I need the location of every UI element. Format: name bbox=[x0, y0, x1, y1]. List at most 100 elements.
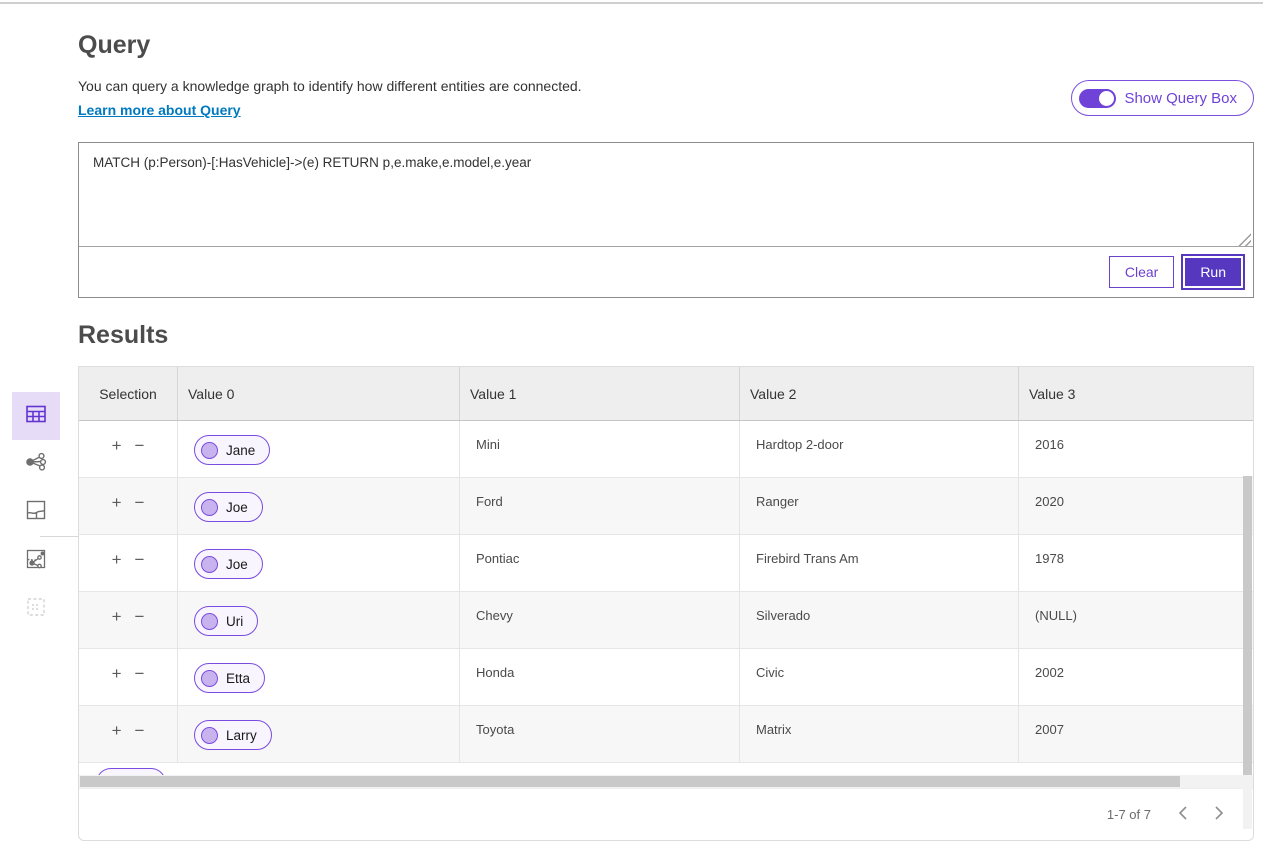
year-value: (NULL) bbox=[1035, 606, 1077, 623]
remove-from-selection-button[interactable]: − bbox=[135, 608, 145, 625]
value1-cell: Honda bbox=[460, 649, 740, 705]
remove-from-selection-button[interactable]: − bbox=[135, 665, 145, 682]
previous-page-button[interactable] bbox=[1175, 804, 1191, 825]
selection-cell: + − bbox=[79, 706, 178, 762]
add-to-selection-button[interactable]: + bbox=[112, 437, 122, 454]
entity-chip-label: Larry bbox=[226, 728, 257, 743]
value1-cell: Pontiac bbox=[460, 535, 740, 591]
next-page-button[interactable] bbox=[1211, 804, 1227, 825]
entity-chip[interactable]: Larry bbox=[194, 720, 272, 750]
entity-chip-label: Etta bbox=[226, 671, 250, 686]
horizontal-scrollbar[interactable] bbox=[79, 775, 1253, 788]
add-to-selection-button[interactable]: + bbox=[112, 608, 122, 625]
entity-chip[interactable]: Uri bbox=[194, 606, 258, 636]
link-chart-icon bbox=[24, 450, 48, 479]
sidebar-item-map-view[interactable] bbox=[12, 488, 60, 536]
add-to-selection-button[interactable]: + bbox=[112, 551, 122, 568]
toggle-switch-icon bbox=[1079, 89, 1116, 108]
value2-cell: Ranger bbox=[740, 478, 1019, 534]
results-heading: Results bbox=[78, 321, 168, 350]
entity-dot-icon bbox=[201, 442, 218, 459]
sidebar-item-map-link-chart-view[interactable] bbox=[12, 537, 60, 585]
value2-cell: Civic bbox=[740, 649, 1019, 705]
entity-chip-label: Jane bbox=[226, 443, 255, 458]
value0-cell: Joe bbox=[178, 535, 460, 591]
toggle-label: Show Query Box bbox=[1124, 90, 1237, 107]
entity-dot-icon bbox=[201, 613, 218, 630]
column-header-value2: Value 2 bbox=[740, 367, 1019, 420]
table-row: + − Joe Ford Ranger 2020 bbox=[79, 478, 1253, 535]
map-icon bbox=[24, 498, 48, 527]
sidebar-item-table-view[interactable] bbox=[12, 392, 60, 440]
make-value: Chevy bbox=[476, 606, 513, 623]
table-icon bbox=[24, 402, 48, 431]
vertical-scrollbar-thumb[interactable] bbox=[1243, 476, 1252, 784]
value1-cell: Toyota bbox=[460, 706, 740, 762]
value3-cell: 2002 bbox=[1019, 649, 1253, 705]
value3-cell: 2016 bbox=[1019, 421, 1253, 477]
value0-cell: Larry bbox=[178, 706, 460, 762]
entity-chip[interactable]: Etta bbox=[194, 663, 265, 693]
value1-cell: Ford bbox=[460, 478, 740, 534]
entity-chip[interactable]: Jane bbox=[194, 435, 270, 465]
table-row: + − Larry Toyota Matrix 2007 bbox=[79, 706, 1253, 763]
map-link-chart-icon bbox=[24, 547, 48, 576]
value0-cell: Joe bbox=[178, 478, 460, 534]
table-row: + − Etta Honda Civic 2002 bbox=[79, 649, 1253, 706]
show-query-box-toggle[interactable]: Show Query Box bbox=[1071, 80, 1254, 116]
value3-cell: 2007 bbox=[1019, 706, 1253, 762]
value2-cell: Matrix bbox=[740, 706, 1019, 762]
year-value: 2007 bbox=[1035, 720, 1064, 737]
year-value: 2002 bbox=[1035, 663, 1064, 680]
model-value: Silverado bbox=[756, 606, 810, 623]
entity-chip[interactable]: Joe bbox=[194, 549, 263, 579]
chevron-right-icon bbox=[1215, 806, 1223, 823]
column-header-value0: Value 0 bbox=[178, 367, 460, 420]
partial-table-row bbox=[79, 763, 1253, 775]
entity-dot-icon bbox=[201, 727, 218, 744]
table-row: + − Joe Pontiac Firebird Trans Am 1978 bbox=[79, 535, 1253, 592]
query-actions: Clear Run bbox=[79, 247, 1253, 297]
entity-chip[interactable]: Joe bbox=[194, 492, 263, 522]
clear-button[interactable]: Clear bbox=[1109, 256, 1174, 288]
model-value: Hardtop 2-door bbox=[756, 435, 843, 452]
remove-from-selection-button[interactable]: − bbox=[135, 494, 145, 511]
remove-from-selection-button[interactable]: − bbox=[135, 551, 145, 568]
add-to-selection-button[interactable]: + bbox=[112, 494, 122, 511]
year-value: 1978 bbox=[1035, 549, 1064, 566]
add-to-selection-button[interactable]: + bbox=[112, 665, 122, 682]
value2-cell: Hardtop 2-door bbox=[740, 421, 1019, 477]
run-button[interactable]: Run bbox=[1183, 256, 1243, 288]
remove-from-selection-button[interactable]: − bbox=[135, 437, 145, 454]
results-table: Selection Value 0 Value 1 Value 2 Value … bbox=[78, 366, 1254, 841]
value0-cell: Uri bbox=[178, 592, 460, 648]
selection-cell: + − bbox=[79, 592, 178, 648]
horizontal-scrollbar-thumb[interactable] bbox=[80, 776, 1180, 787]
pager-buttons bbox=[1175, 804, 1233, 825]
learn-more-link[interactable]: Learn more about Query bbox=[78, 102, 241, 118]
remove-from-selection-button[interactable]: − bbox=[135, 722, 145, 739]
value0-cell: Jane bbox=[178, 421, 460, 477]
sidebar-item-link-chart-view[interactable] bbox=[12, 440, 60, 488]
column-header-selection: Selection bbox=[79, 367, 178, 420]
selection-cell: + − bbox=[79, 535, 178, 591]
value1-cell: Chevy bbox=[460, 592, 740, 648]
entity-chip[interactable] bbox=[96, 768, 166, 775]
add-to-selection-button[interactable]: + bbox=[112, 722, 122, 739]
model-value: Ranger bbox=[756, 492, 799, 509]
value3-cell: (NULL) bbox=[1019, 592, 1253, 648]
entity-chip-label: Joe bbox=[226, 557, 248, 572]
value2-cell: Firebird Trans Am bbox=[740, 535, 1019, 591]
year-value: 2016 bbox=[1035, 435, 1064, 452]
selection-cell: + − bbox=[79, 421, 178, 477]
model-value: Civic bbox=[756, 663, 784, 680]
query-input[interactable]: MATCH (p:Person)-[:HasVehicle]->(e) RETU… bbox=[79, 143, 1253, 247]
make-value: Ford bbox=[476, 492, 503, 509]
rows-container: + − Jane Mini Hardtop 2-door 2016 + − Jo… bbox=[79, 421, 1253, 763]
column-header-value3: Value 3 bbox=[1019, 367, 1253, 420]
make-value: Honda bbox=[476, 663, 514, 680]
entity-dot-icon bbox=[201, 556, 218, 573]
table-row: + − Uri Chevy Silverado (NULL) bbox=[79, 592, 1253, 649]
view-switcher-sidebar bbox=[12, 392, 64, 633]
value3-cell: 1978 bbox=[1019, 535, 1253, 591]
